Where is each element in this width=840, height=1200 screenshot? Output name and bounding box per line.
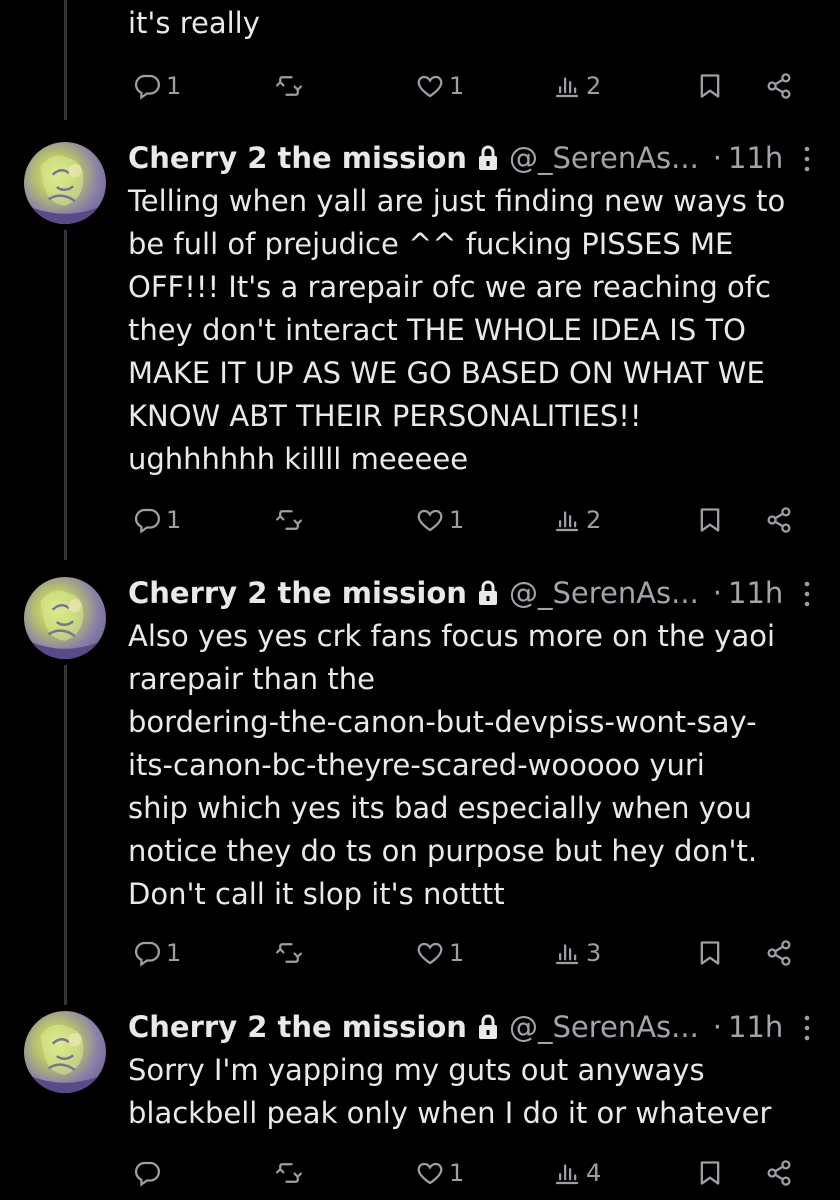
- repost-icon: [274, 1158, 304, 1188]
- like-count: 1: [449, 939, 465, 967]
- timestamp[interactable]: 11h: [728, 576, 783, 610]
- lock-icon: [478, 1014, 497, 1039]
- more-icon[interactable]: [804, 579, 810, 609]
- tweet-actions: 1 4: [0, 1153, 840, 1193]
- views-count: 3: [586, 939, 602, 967]
- views-button[interactable]: 2: [552, 500, 601, 540]
- tweet-text: it's really: [128, 6, 260, 40]
- reply-button[interactable]: [132, 1153, 166, 1193]
- views-icon: [552, 1158, 582, 1188]
- like-count: 1: [449, 72, 465, 100]
- like-button[interactable]: 1: [415, 933, 464, 973]
- separator: ·: [712, 141, 723, 175]
- tweet-header: Cherry 2 the mission @_SerenAs... · 11h: [128, 1007, 820, 1047]
- tweet-header: Cherry 2 the mission @_SerenAs... · 11h: [128, 573, 820, 613]
- separator: ·: [712, 576, 723, 610]
- bookmark-button[interactable]: [696, 66, 724, 106]
- heart-icon: [415, 71, 445, 101]
- views-count: 2: [586, 72, 602, 100]
- repost-button[interactable]: [274, 933, 304, 973]
- tweet-text: Sorry I'm yapping my guts out anyways bl…: [128, 1053, 772, 1130]
- timestamp[interactable]: 11h: [728, 1010, 783, 1044]
- share-button[interactable]: [764, 500, 794, 540]
- tweet-actions: 1 1 2: [0, 500, 840, 540]
- views-count: 2: [586, 506, 602, 534]
- separator: ·: [712, 1010, 723, 1044]
- more-icon[interactable]: [804, 1013, 810, 1043]
- bookmark-button[interactable]: [696, 1153, 724, 1193]
- heart-icon: [415, 1158, 445, 1188]
- repost-button[interactable]: [274, 66, 304, 106]
- tweet-actions: 1 1 2: [0, 66, 840, 106]
- timestamp[interactable]: 11h: [728, 141, 783, 175]
- reply-icon: [132, 505, 162, 535]
- share-button[interactable]: [764, 933, 794, 973]
- bookmark-button[interactable]: [696, 933, 724, 973]
- reply-count: 1: [166, 939, 182, 967]
- views-icon: [552, 938, 582, 968]
- views-icon: [552, 505, 582, 535]
- bookmark-button[interactable]: [696, 500, 724, 540]
- views-button[interactable]: 2: [552, 66, 601, 106]
- like-count: 1: [449, 1159, 465, 1187]
- reply-button[interactable]: 1: [132, 66, 181, 106]
- tweet-text: Also yes yes crk fans focus more on the …: [128, 619, 776, 911]
- repost-icon: [274, 505, 304, 535]
- lock-icon: [478, 580, 497, 605]
- share-icon: [764, 71, 794, 101]
- author-handle[interactable]: @_SerenAs...: [509, 1010, 699, 1044]
- reply-icon: [132, 71, 162, 101]
- views-icon: [552, 71, 582, 101]
- author-name[interactable]: Cherry 2 the mission: [128, 1010, 467, 1044]
- avatar[interactable]: [24, 1011, 106, 1093]
- heart-icon: [415, 505, 445, 535]
- tweet-actions: 1 1 3: [0, 933, 840, 973]
- reply-count: 1: [166, 506, 182, 534]
- reply-button[interactable]: 1: [132, 500, 181, 540]
- like-count: 1: [449, 506, 465, 534]
- like-button[interactable]: 1: [415, 66, 464, 106]
- reply-count: 1: [166, 72, 182, 100]
- author-name[interactable]: Cherry 2 the mission: [128, 141, 467, 175]
- share-icon: [764, 1158, 794, 1188]
- reply-icon: [132, 1158, 162, 1188]
- author-handle[interactable]: @_SerenAs...: [509, 576, 699, 610]
- tweet-text: Telling when yall are just finding new w…: [128, 184, 786, 476]
- bookmark-icon: [696, 938, 724, 968]
- share-icon: [764, 938, 794, 968]
- repost-icon: [274, 938, 304, 968]
- bookmark-icon: [696, 505, 724, 535]
- heart-icon: [415, 938, 445, 968]
- share-button[interactable]: [764, 66, 794, 106]
- bookmark-icon: [696, 1158, 724, 1188]
- views-button[interactable]: 4: [552, 1153, 601, 1193]
- author-name[interactable]: Cherry 2 the mission: [128, 576, 467, 610]
- repost-button[interactable]: [274, 1153, 304, 1193]
- more-icon[interactable]: [804, 144, 810, 174]
- repost-button[interactable]: [274, 500, 304, 540]
- author-handle[interactable]: @_SerenAs...: [509, 141, 699, 175]
- bookmark-icon: [696, 71, 724, 101]
- views-button[interactable]: 3: [552, 933, 601, 973]
- lock-icon: [478, 145, 497, 170]
- repost-icon: [274, 71, 304, 101]
- like-button[interactable]: 1: [415, 1153, 464, 1193]
- tweet-header: Cherry 2 the mission @_SerenAs... · 11h: [128, 138, 820, 178]
- views-count: 4: [586, 1159, 602, 1187]
- like-button[interactable]: 1: [415, 500, 464, 540]
- reply-button[interactable]: 1: [132, 933, 181, 973]
- avatar[interactable]: [24, 142, 106, 224]
- reply-icon: [132, 938, 162, 968]
- avatar[interactable]: [24, 577, 106, 659]
- share-button[interactable]: [764, 1153, 794, 1193]
- share-icon: [764, 505, 794, 535]
